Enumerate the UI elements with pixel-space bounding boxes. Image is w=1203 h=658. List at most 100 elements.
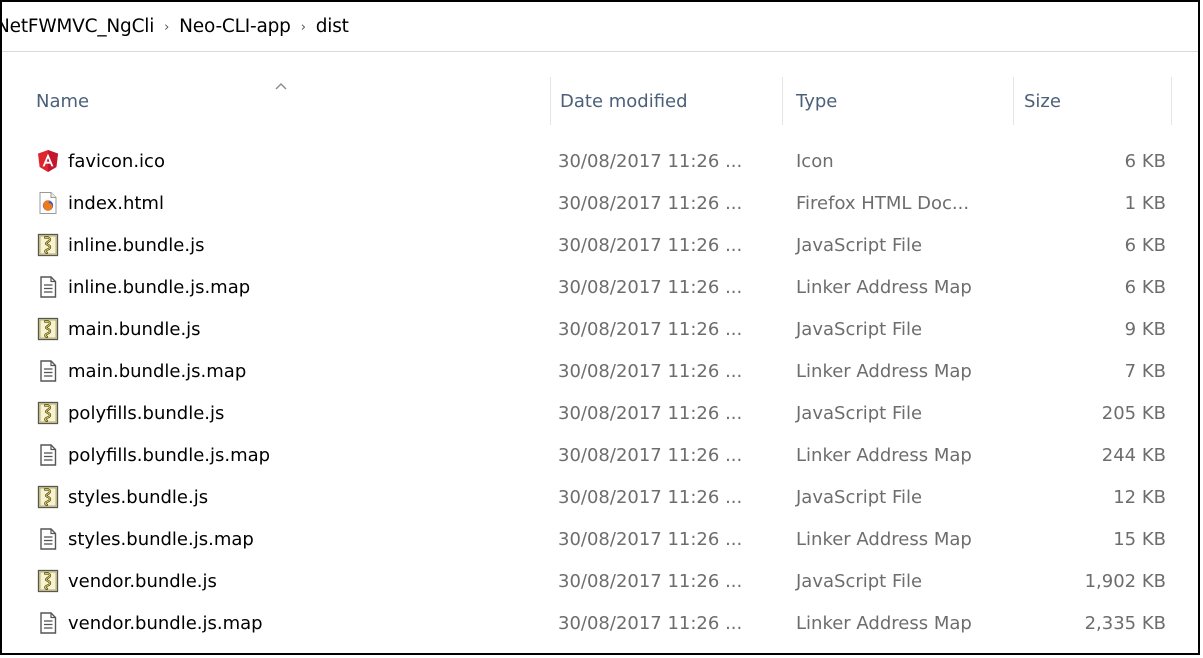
file-name-cell[interactable]: vendor.bundle.js bbox=[36, 560, 217, 602]
file-size: 1,902 KB bbox=[1084, 570, 1166, 592]
breadcrumb-separator-icon[interactable]: › bbox=[158, 20, 175, 35]
file-name-label: favicon.ico bbox=[68, 150, 165, 172]
javascript-file-icon bbox=[36, 401, 60, 425]
file-name-cell[interactable]: styles.bundle.js.map bbox=[36, 518, 254, 560]
file-type: Firefox HTML Doc... bbox=[796, 192, 970, 214]
column-header-name-label: Name bbox=[36, 90, 90, 112]
file-row[interactable]: favicon.ico 30/08/2017 11:26 ... Icon 6 KB bbox=[2, 140, 1198, 182]
file-name-label: index.html bbox=[68, 192, 164, 214]
file-name-cell[interactable]: main.bundle.js bbox=[36, 308, 201, 350]
breadcrumb: NetFWMVC_NgCli › Neo-CLI-app › dist bbox=[2, 2, 1198, 52]
file-size: 6 KB bbox=[1124, 276, 1166, 298]
text-document-icon bbox=[36, 275, 60, 299]
file-row[interactable]: main.bundle.js.map 30/08/2017 11:26 ... Li… bbox=[2, 350, 1198, 392]
file-size: 244 KB bbox=[1101, 444, 1166, 466]
file-name-cell[interactable]: styles.bundle.js bbox=[36, 476, 208, 518]
file-name-cell[interactable]: vendor.bundle.js.map bbox=[36, 602, 263, 644]
file-size: 2,335 KB bbox=[1084, 612, 1166, 634]
file-row[interactable]: vendor.bundle.js 30/08/2017 11:26 ... Java… bbox=[2, 560, 1198, 602]
file-size: 1 KB bbox=[1124, 192, 1166, 214]
file-name-cell[interactable]: favicon.ico bbox=[36, 140, 165, 182]
file-type: Linker Address Map bbox=[796, 276, 972, 298]
column-header-date-label: Date modified bbox=[560, 90, 688, 112]
file-size: 15 KB bbox=[1113, 528, 1166, 550]
file-date-modified: 30/08/2017 11:26 ... bbox=[558, 444, 743, 466]
file-name-cell[interactable]: polyfills.bundle.js.map bbox=[36, 434, 270, 476]
javascript-file-icon bbox=[36, 569, 60, 593]
text-document-icon bbox=[36, 443, 60, 467]
file-date-modified: 30/08/2017 11:26 ... bbox=[558, 276, 743, 298]
file-row[interactable]: main.bundle.js 30/08/2017 11:26 ... JavaSc… bbox=[2, 308, 1198, 350]
file-type: Icon bbox=[796, 150, 834, 172]
column-header-name[interactable]: Name bbox=[30, 77, 550, 125]
file-list: favicon.ico 30/08/2017 11:26 ... Icon 6 KB i… bbox=[2, 140, 1198, 644]
file-row[interactable]: inline.bundle.js.map 30/08/2017 11:26 ...… bbox=[2, 266, 1198, 308]
file-date-modified: 30/08/2017 11:26 ... bbox=[558, 360, 743, 382]
file-size: 205 KB bbox=[1101, 402, 1166, 424]
file-type: JavaScript File bbox=[796, 234, 923, 256]
file-row[interactable]: styles.bundle.js 30/08/2017 11:26 ... Java… bbox=[2, 476, 1198, 518]
javascript-file-icon bbox=[36, 485, 60, 509]
column-header-type[interactable]: Type bbox=[782, 77, 1013, 125]
file-date-modified: 30/08/2017 11:26 ... bbox=[558, 570, 743, 592]
text-document-icon bbox=[36, 611, 60, 635]
file-date-modified: 30/08/2017 11:26 ... bbox=[558, 192, 743, 214]
file-name-label: vendor.bundle.js bbox=[68, 570, 217, 592]
file-date-modified: 30/08/2017 11:26 ... bbox=[558, 150, 743, 172]
file-size: 6 KB bbox=[1124, 234, 1166, 256]
breadcrumb-item-dist[interactable]: dist bbox=[312, 16, 353, 37]
column-header-size-label: Size bbox=[1024, 90, 1061, 112]
text-document-icon bbox=[36, 527, 60, 551]
text-document-icon bbox=[36, 359, 60, 383]
file-size: 7 KB bbox=[1124, 360, 1166, 382]
file-row[interactable]: polyfills.bundle.js.map 30/08/2017 11:26 … bbox=[2, 434, 1198, 476]
file-type: Linker Address Map bbox=[796, 360, 972, 382]
column-header-type-label: Type bbox=[796, 90, 838, 112]
file-name-label: styles.bundle.js.map bbox=[68, 528, 254, 550]
file-name-cell[interactable]: polyfills.bundle.js bbox=[36, 392, 224, 434]
file-row[interactable]: index.html 30/08/2017 11:26 ... Firefox HT… bbox=[2, 182, 1198, 224]
file-row[interactable]: inline.bundle.js 30/08/2017 11:26 ... Java… bbox=[2, 224, 1198, 266]
file-type: Linker Address Map bbox=[796, 612, 972, 634]
file-row[interactable]: styles.bundle.js.map 30/08/2017 11:26 ...… bbox=[2, 518, 1198, 560]
file-name-cell[interactable]: main.bundle.js.map bbox=[36, 350, 246, 392]
file-name-label: inline.bundle.js.map bbox=[68, 276, 251, 298]
firefox-html-icon bbox=[36, 191, 60, 215]
file-name-label: main.bundle.js.map bbox=[68, 360, 247, 382]
file-name-cell[interactable]: index.html bbox=[36, 182, 164, 224]
column-header-size[interactable]: Size bbox=[1013, 77, 1172, 125]
column-header-row: Name Date modified Type Size bbox=[2, 77, 1198, 125]
file-date-modified: 30/08/2017 11:26 ... bbox=[558, 234, 743, 256]
column-header-date-modified[interactable]: Date modified bbox=[550, 77, 782, 125]
file-type: Linker Address Map bbox=[796, 444, 972, 466]
file-size: 12 KB bbox=[1113, 486, 1166, 508]
file-row[interactable]: polyfills.bundle.js 30/08/2017 11:26 ... J… bbox=[2, 392, 1198, 434]
file-type: JavaScript File bbox=[796, 318, 923, 340]
angular-icon bbox=[36, 149, 60, 173]
file-name-label: styles.bundle.js bbox=[68, 486, 209, 508]
file-date-modified: 30/08/2017 11:26 ... bbox=[558, 318, 743, 340]
file-type: JavaScript File bbox=[796, 486, 923, 508]
file-size: 9 KB bbox=[1124, 318, 1166, 340]
file-name-cell[interactable]: inline.bundle.js bbox=[36, 224, 204, 266]
file-name-label: polyfills.bundle.js.map bbox=[68, 444, 271, 466]
file-row[interactable]: vendor.bundle.js.map 30/08/2017 11:26 ...… bbox=[2, 602, 1198, 644]
file-type: JavaScript File bbox=[796, 570, 923, 592]
javascript-file-icon bbox=[36, 317, 60, 341]
file-size: 6 KB bbox=[1124, 150, 1166, 172]
file-name-label: polyfills.bundle.js bbox=[68, 402, 225, 424]
breadcrumb-item-netfwmvc-ngcli[interactable]: NetFWMVC_NgCli bbox=[2, 16, 158, 37]
file-type: JavaScript File bbox=[796, 402, 923, 424]
file-date-modified: 30/08/2017 11:26 ... bbox=[558, 528, 743, 550]
file-name-label: main.bundle.js bbox=[68, 318, 201, 340]
file-name-label: inline.bundle.js bbox=[68, 234, 205, 256]
file-name-label: vendor.bundle.js.map bbox=[68, 612, 263, 634]
file-date-modified: 30/08/2017 11:26 ... bbox=[558, 486, 743, 508]
file-date-modified: 30/08/2017 11:26 ... bbox=[558, 612, 743, 634]
file-date-modified: 30/08/2017 11:26 ... bbox=[558, 402, 743, 424]
breadcrumb-separator-icon[interactable]: › bbox=[295, 20, 312, 35]
file-explorer-window: NetFWMVC_NgCli › Neo-CLI-app › dist Name… bbox=[0, 0, 1200, 655]
file-type: Linker Address Map bbox=[796, 528, 972, 550]
breadcrumb-item-neo-cli-app[interactable]: Neo-CLI-app bbox=[175, 16, 295, 37]
file-name-cell[interactable]: inline.bundle.js.map bbox=[36, 266, 250, 308]
